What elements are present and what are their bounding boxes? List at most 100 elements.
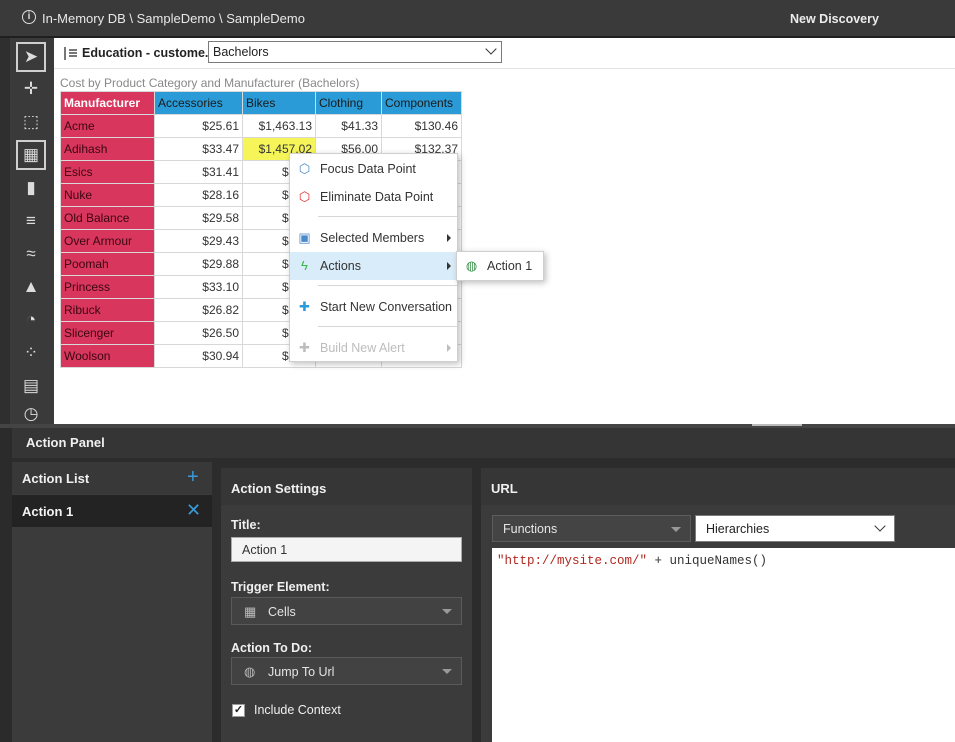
filter-value: Bachelors	[213, 45, 269, 59]
eliminate-data-point-item[interactable]: ⬡ Eliminate Data Point	[290, 183, 457, 211]
lightning-icon: ϟ	[301, 258, 308, 273]
url-editor[interactable]: "http://mysite.com/" + uniqueNames()	[492, 548, 955, 742]
action-list-title: Action List	[22, 471, 90, 486]
focus-data-point-item[interactable]: ⬡ Focus Data Point	[290, 155, 457, 183]
column-header[interactable]: Clothing	[315, 91, 382, 115]
left-collapse-strip[interactable]	[0, 38, 10, 424]
url-header: URL	[481, 468, 955, 505]
row-header-cell[interactable]: Woolson	[60, 344, 155, 368]
new-discovery-title: New Discovery	[790, 12, 879, 26]
data-cell[interactable]: $130.46	[381, 114, 462, 138]
column-header[interactable]: Components	[381, 91, 462, 115]
grid-icon[interactable]: ▦	[16, 140, 46, 170]
include-context-checkbox[interactable]: ✓	[232, 704, 245, 717]
data-cell[interactable]: $25.61	[154, 114, 243, 138]
row-header-cell[interactable]: Old Balance	[60, 206, 155, 230]
action-panel-title: Action Panel	[26, 435, 105, 450]
title-label: Title:	[231, 518, 261, 532]
report-description: Education - custome...	[82, 46, 216, 60]
url-title: URL	[491, 481, 518, 496]
cells-icon: ▦	[244, 604, 257, 619]
column-header[interactable]: Accessories	[154, 91, 243, 115]
data-cell[interactable]: $33.47	[154, 137, 243, 161]
crosshair-icon[interactable]: ✛	[16, 74, 46, 104]
data-cell[interactable]: $29.58	[154, 206, 243, 230]
gauge-icon[interactable]: ◷	[16, 404, 46, 424]
trigger-element-label: Trigger Element:	[231, 580, 330, 594]
row-header-cell[interactable]: Nuke	[60, 183, 155, 207]
row-header-cell[interactable]: Slicenger	[60, 321, 155, 345]
data-cell[interactable]: $28.16	[154, 183, 243, 207]
data-cell[interactable]: $41.33	[315, 114, 382, 138]
trigger-element-dropdown[interactable]: ▦ Cells	[231, 597, 462, 625]
action-settings-title: Action Settings	[231, 481, 327, 496]
chevron-down-icon	[874, 520, 886, 532]
data-cell[interactable]: $31.41	[154, 160, 243, 184]
actions-submenu: ◍ Action 1	[456, 251, 544, 281]
action-list-item[interactable]: Action 1 ✕	[12, 495, 212, 527]
data-cell[interactable]: $33.10	[154, 275, 243, 299]
data-cell[interactable]: $26.82	[154, 298, 243, 322]
title-bar: i In-Memory DB \ SampleDemo \ SampleDemo…	[0, 0, 955, 38]
focus-icon: ⬡	[298, 161, 311, 176]
report-filter-bar: Education - custome... Bachelors	[54, 38, 955, 69]
hierarchies-dropdown[interactable]: Hierarchies	[695, 515, 895, 542]
selected-members-item[interactable]: ▣ Selected Members	[290, 224, 457, 252]
description-icon	[64, 47, 77, 60]
education-filter-select[interactable]: Bachelors	[208, 41, 502, 63]
action-to-do-dropdown[interactable]: ◍ Jump To Url	[231, 657, 462, 685]
action-1-item[interactable]: ◍ Action 1	[457, 252, 543, 280]
globe-icon: ◍	[244, 664, 256, 679]
column-header[interactable]: Manufacturer	[60, 91, 155, 115]
table-row: Acme $25.61 $1,463.13 $41.33 $130.46	[60, 114, 462, 138]
breadcrumb: In-Memory DB \ SampleDemo \ SampleDemo	[42, 11, 305, 26]
action-to-do-value: Jump To Url	[268, 665, 335, 679]
row-header-cell[interactable]: Acme	[60, 114, 155, 138]
info-icon[interactable]: i	[22, 10, 36, 24]
functions-dropdown[interactable]: Functions	[492, 515, 691, 542]
pointer-icon[interactable]: ➤	[16, 42, 46, 72]
include-context-label: Include Context	[254, 703, 341, 717]
functions-label: Functions	[503, 522, 558, 536]
actions-item[interactable]: ϟ Actions	[290, 252, 457, 280]
start-new-conversation-item[interactable]: ✚ Start New Conversation	[290, 293, 457, 321]
title-input-value: Action 1	[242, 543, 288, 557]
column-header[interactable]: Bikes	[242, 91, 316, 115]
column-chart-icon[interactable]: ▮	[16, 173, 46, 203]
row-header-cell[interactable]: Esics	[60, 160, 155, 184]
action-settings-header: Action Settings	[221, 468, 472, 505]
url-expression: + uniqueNames()	[647, 554, 768, 568]
action-list-header: Action List +	[12, 462, 212, 494]
data-cell[interactable]: $30.94	[154, 344, 243, 368]
menu-divider	[318, 216, 457, 217]
submenu-arrow-icon	[447, 262, 451, 270]
chevron-down-icon	[485, 43, 497, 55]
bar-chart-icon[interactable]: ≡	[16, 206, 46, 236]
selection-icon[interactable]: ⬚	[16, 107, 46, 137]
row-header-cell[interactable]: Adihash	[60, 137, 155, 161]
data-cell[interactable]: $29.88	[154, 252, 243, 276]
dropdown-arrow-icon	[671, 527, 681, 532]
add-action-icon[interactable]: +	[187, 466, 199, 489]
area-chart-icon[interactable]: ▲	[16, 272, 46, 302]
build-new-alert-item: ✚ Build New Alert	[290, 334, 457, 362]
url-string-literal: "http://mysite.com/"	[497, 554, 648, 568]
scatter-icon[interactable]: ⁘	[16, 338, 46, 368]
delete-action-icon[interactable]: ✕	[186, 500, 201, 521]
data-cell[interactable]: $1,463.13	[242, 114, 316, 138]
data-cell[interactable]: $26.50	[154, 321, 243, 345]
eliminate-icon: ⬡	[298, 189, 311, 204]
line-chart-icon[interactable]: ≈	[16, 239, 46, 269]
hierarchies-label: Hierarchies	[706, 522, 770, 536]
title-input[interactable]: Action 1	[231, 537, 462, 562]
row-header-cell[interactable]: Over Armour	[60, 229, 155, 253]
row-header-cell[interactable]: Princess	[60, 275, 155, 299]
splitter-grip[interactable]	[752, 424, 802, 426]
data-cell[interactable]: $29.43	[154, 229, 243, 253]
action-settings: Action Settings Title: Action 1 Trigger …	[221, 468, 472, 742]
context-menu: ⬡ Focus Data Point ⬡ Eliminate Data Poin…	[289, 153, 458, 362]
treemap-icon[interactable]: ▤	[16, 371, 46, 401]
row-header-cell[interactable]: Ribuck	[60, 298, 155, 322]
pie-chart-icon[interactable]: ◔	[16, 305, 46, 335]
row-header-cell[interactable]: Poomah	[60, 252, 155, 276]
